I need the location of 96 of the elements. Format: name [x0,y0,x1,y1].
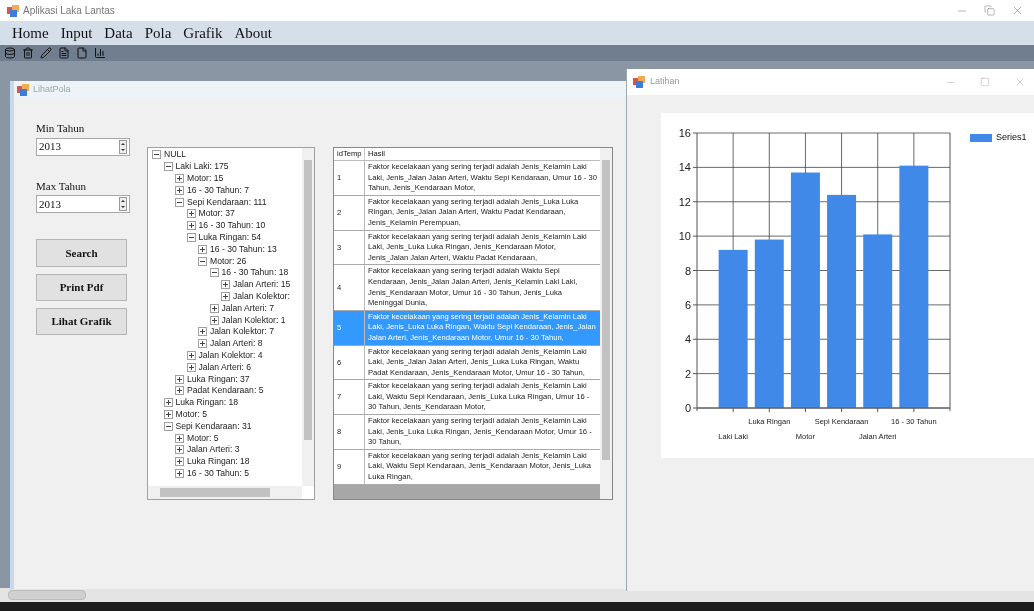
collapse-icon[interactable] [186,232,196,242]
y-tick-label: 2 [684,367,691,380]
collapse-icon[interactable] [152,150,161,160]
expand-icon[interactable] [186,221,196,231]
tree-item[interactable]: Motor: 5 [187,431,219,445]
menu-item[interactable]: Pola [144,21,172,45]
pencil-icon[interactable] [40,47,52,59]
tree-item[interactable]: Luka Ringan: 37 [187,372,250,386]
tree-item[interactable]: 16 - 30 Tahun: 18 [221,266,289,280]
window-title: Latihan [650,75,680,89]
expand-icon[interactable] [175,386,184,396]
app-icon [17,83,29,96]
expand-icon[interactable] [163,398,173,408]
spinner-icon[interactable] [119,197,127,211]
year-spinner[interactable]: 2013 [36,137,130,156]
y-tick-label: 0 [684,402,691,414]
scrollbar[interactable] [600,148,612,499]
tree-item[interactable]: Jalan Arteri: 8 [210,337,263,351]
tree-item[interactable]: Padat Kendaraan: 5 [187,384,264,398]
expand-icon[interactable] [209,315,219,325]
tree-item[interactable]: 16 - 30 Tahun: 5 [187,466,249,480]
expand-icon[interactable] [186,362,196,372]
expand-icon[interactable] [209,303,219,313]
collapse-icon[interactable] [198,256,207,266]
tree-item[interactable]: 16 - 30 Tahun: 7 [187,183,249,197]
spinner-icon[interactable] [119,139,127,154]
tree-item[interactable]: Sepi Kendaraan: 31 [175,419,252,433]
y-tick-label: 16 [678,127,691,139]
app-icon [633,76,645,88]
chart-icon[interactable] [94,47,106,59]
tree-item[interactable]: Motor: 5 [175,408,208,421]
tree-item[interactable]: Jalan Arteri: 6 [198,360,252,374]
expand-icon[interactable] [198,339,207,349]
database-icon[interactable] [4,47,16,59]
tree-item[interactable]: Luka Ringan: 54 [198,231,262,244]
tree-item[interactable]: Jalan Kolektor: [233,290,290,303]
trash-icon[interactable] [22,47,34,59]
collapse-icon[interactable] [163,421,173,431]
tree-item[interactable]: Motor: 26 [210,254,247,268]
expand-icon[interactable] [186,350,196,360]
expand-icon[interactable] [221,280,230,290]
document-icon[interactable] [76,47,88,59]
y-tick-label: 4 [684,333,691,346]
field-label: Min Tahun [36,121,86,136]
tree-item[interactable]: Sepi Kendaraan: 111 [187,195,267,209]
menu-item[interactable]: Grafik [183,21,223,45]
tree-item[interactable]: Laki Laki: 175 [175,160,229,174]
menu-item[interactable]: Data [104,21,133,45]
tree-item[interactable]: Luka Ringan: 18 [187,455,250,469]
tree-item[interactable]: Luka Ringan: 18 [175,396,239,410]
tree-item[interactable]: Jalan Kolektor: 1 [221,313,286,327]
menu-item[interactable]: Home [12,21,49,45]
expand-icon[interactable] [175,374,184,384]
expand-icon[interactable] [175,457,184,467]
y-tick-label: 14 [678,161,691,174]
tree-item[interactable]: Motor: 37 [198,207,235,221]
y-tick-label: 12 [678,195,691,208]
menu-item[interactable]: Input [60,21,93,45]
expand-icon[interactable] [175,433,184,443]
expand-icon[interactable] [175,185,184,195]
app-icon [7,4,19,17]
collapse-icon[interactable] [209,268,219,278]
scrollbar[interactable] [302,148,314,486]
expand-icon[interactable] [175,468,184,478]
expand-icon[interactable] [175,174,184,183]
tree-item[interactable]: Jalan Arteri: 7 [221,301,275,315]
tree-item[interactable]: Jalan Arteri: 15 [233,278,291,292]
action-button[interactable]: Lihat Grafik [36,308,127,335]
action-button[interactable]: Search [36,239,127,267]
year-spinner[interactable]: 2013 [36,195,130,213]
menu-item[interactable]: About [234,21,272,45]
tree-item[interactable]: Jalan Kolektor: 4 [198,349,263,362]
expand-icon[interactable] [221,291,230,301]
scrollbar[interactable] [148,486,302,499]
expand-icon[interactable] [175,445,184,455]
collapse-icon[interactable] [175,197,184,207]
window-title: Aplikasi Laka Lantas [23,4,115,18]
tree-item[interactable]: Jalan Kolektor: 7 [210,325,274,339]
action-button[interactable]: Print Pdf [36,274,127,301]
expand-icon[interactable] [198,327,207,337]
expand-icon[interactable] [186,209,196,219]
document-list-icon[interactable] [58,47,70,59]
field-label: Max Tahun [36,178,88,194]
tree-item[interactable]: Jalan Arteri: 3 [187,443,240,457]
expand-icon[interactable] [163,409,173,419]
tree-item[interactable]: 16 - 30 Tahun: 13 [210,242,277,256]
tree-item[interactable]: NULL [164,148,186,162]
tree-item[interactable]: Motor: 15 [187,172,224,185]
y-tick-label: 10 [678,230,691,243]
window-title: LihatPola [33,82,71,96]
collapse-icon[interactable] [163,162,173,172]
legend-label: Series1 [996,131,1027,144]
y-tick-label: 8 [684,264,691,277]
y-tick-label: 6 [684,298,691,311]
tree-item[interactable]: 16 - 30 Tahun: 10 [198,219,266,233]
expand-icon[interactable] [198,244,207,254]
